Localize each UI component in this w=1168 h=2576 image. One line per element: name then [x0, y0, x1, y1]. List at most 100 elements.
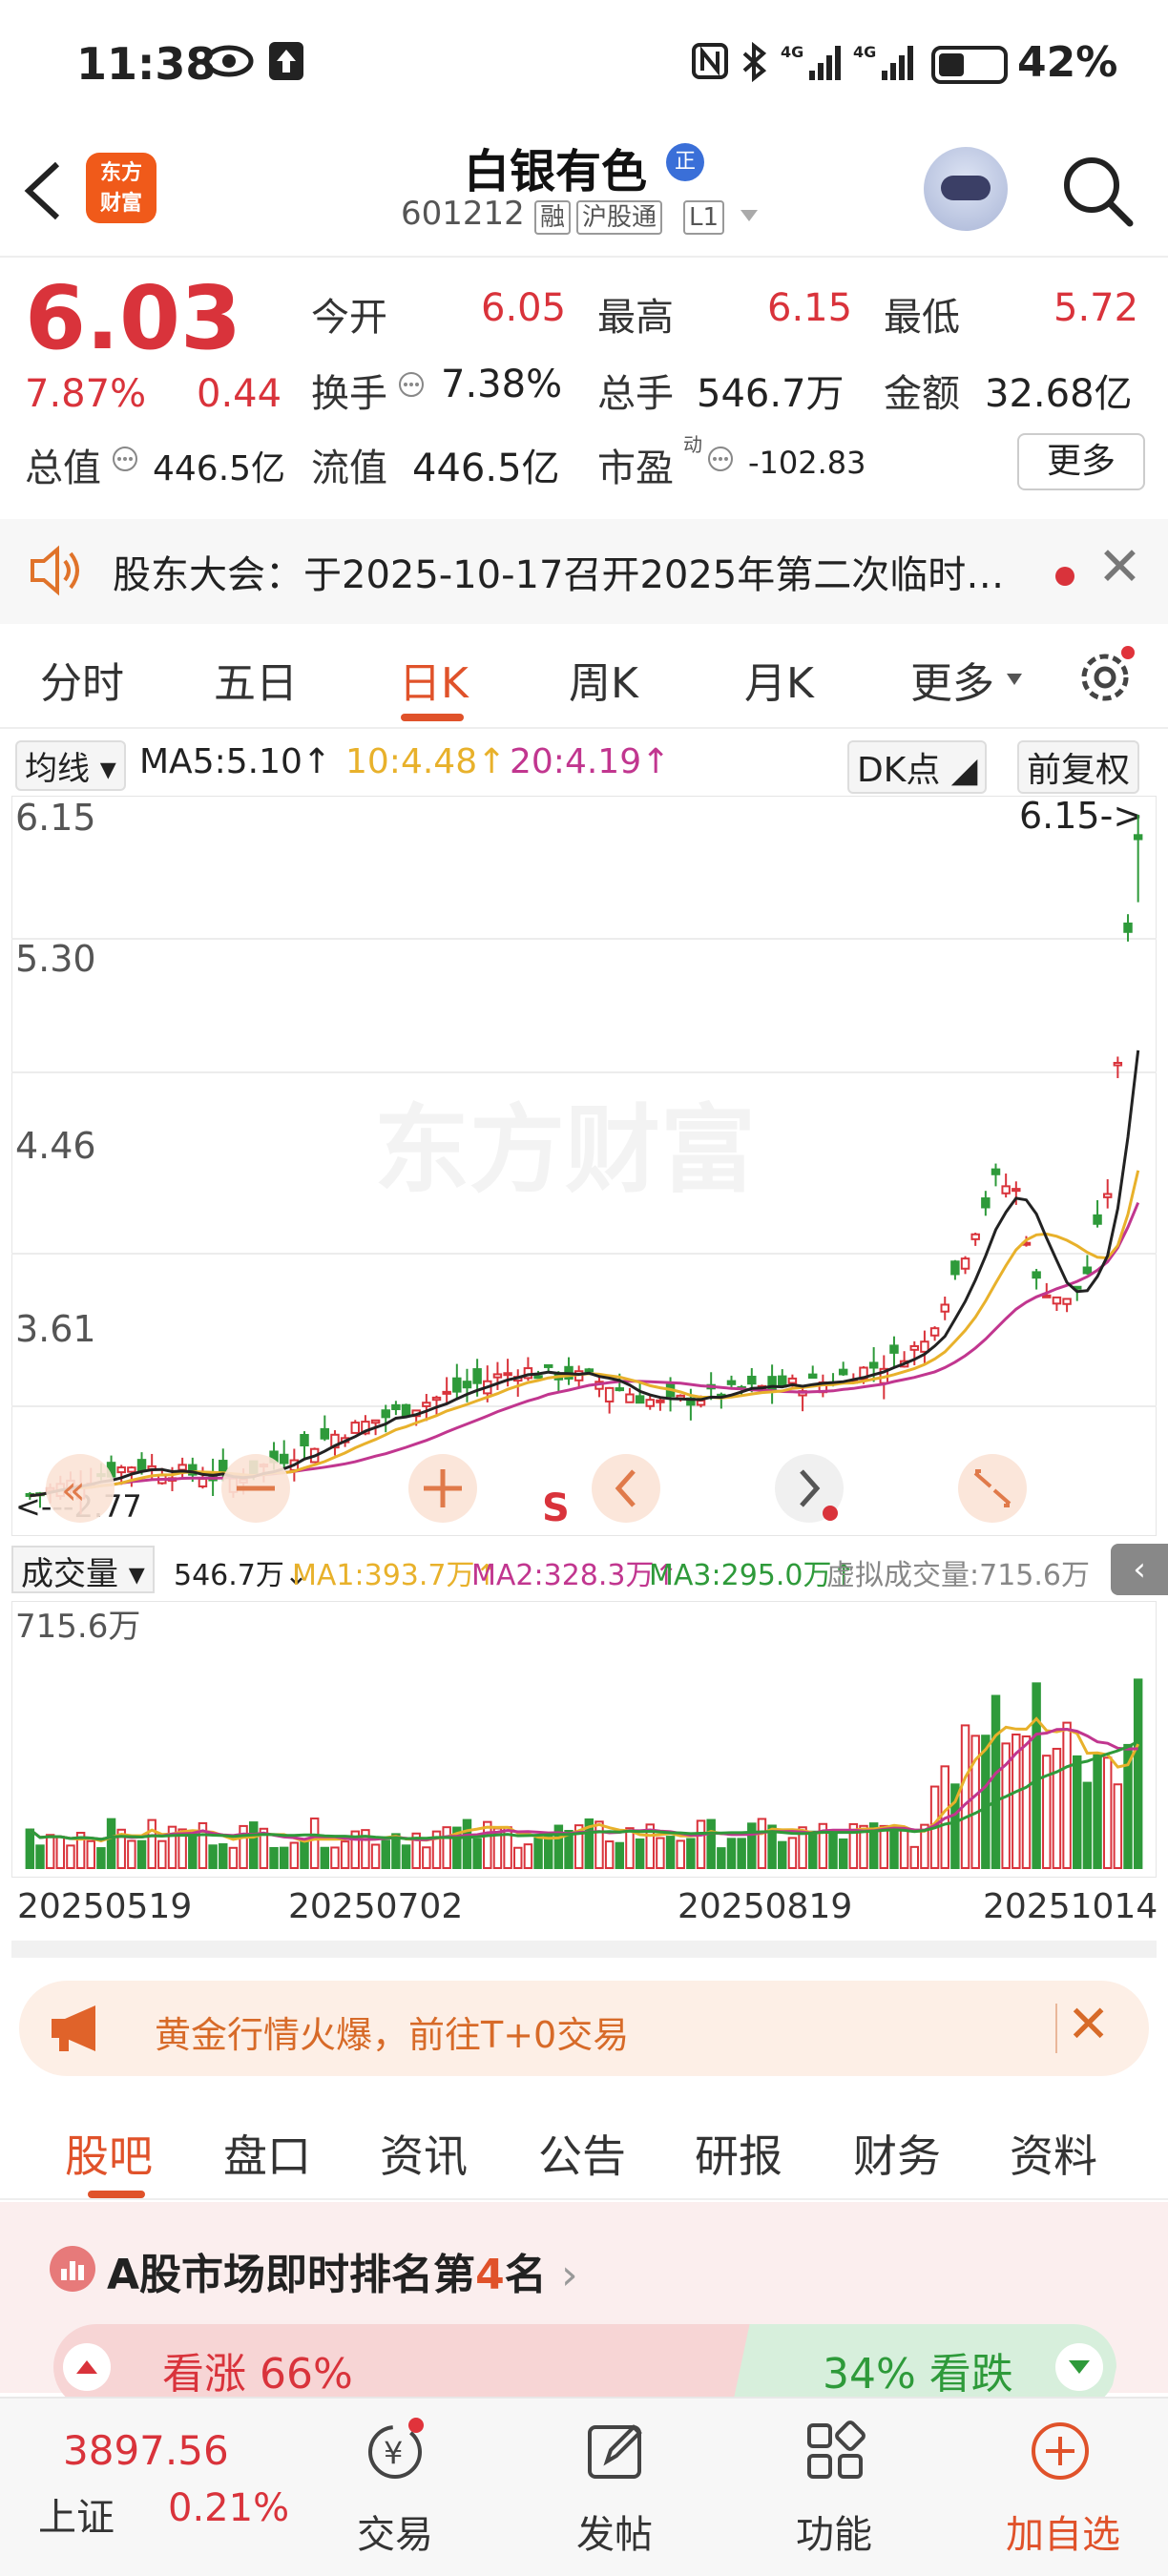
volume-bar: [533, 1838, 543, 1870]
date-label: 20250819: [678, 1887, 853, 1926]
active-tab-indicator: [88, 2191, 145, 2198]
volume-current: 546.7万↓: [174, 1559, 309, 1592]
adjust-selector[interactable]: 前复权: [1017, 740, 1140, 794]
add-watchlist-button[interactable]: 加自选: [977, 2399, 1149, 2576]
fullscreen-button[interactable]: [958, 1454, 1027, 1523]
tab-forum[interactable]: 股吧: [65, 2122, 153, 2185]
candle: [136, 1459, 147, 1472]
back-button[interactable]: [19, 153, 86, 229]
tab-monthly[interactable]: 月K: [744, 649, 814, 710]
chart-scroll-strip[interactable]: [11, 1941, 1157, 1958]
search-icon[interactable]: [1059, 153, 1136, 229]
chevron-down-icon[interactable]: [739, 208, 760, 227]
ma-selector[interactable]: 均线 ▾: [15, 740, 126, 791]
tab-intraday[interactable]: 分时: [40, 649, 124, 710]
volume-bar: [300, 1839, 309, 1870]
scroll-left-fast-button[interactable]: «: [46, 1454, 115, 1523]
volume-bar: [778, 1840, 787, 1869]
candle: [584, 1368, 594, 1373]
candle: [696, 1400, 706, 1406]
info-tabs: 股吧 盘口 资讯 公告 研报 财务 资料: [0, 2095, 1168, 2200]
volume-chart[interactable]: 715.6万: [11, 1601, 1157, 1878]
assistant-avatar[interactable]: [924, 147, 1008, 231]
candle: [422, 1402, 431, 1407]
signal-2-icon: 4G: [853, 42, 916, 92]
eastmoney-logo[interactable]: 东方 财富: [86, 153, 156, 223]
gear-icon[interactable]: [1074, 643, 1137, 710]
candle: [1062, 1298, 1072, 1305]
ranking-text[interactable]: A股市场即时排名第4名 ›: [107, 2240, 578, 2301]
tab-five-day[interactable]: 五日: [214, 649, 298, 710]
close-icon[interactable]: ✕: [1067, 1994, 1110, 2054]
volume-bar: [106, 1818, 116, 1869]
volume-bar: [472, 1838, 482, 1870]
vote-down-button[interactable]: [1055, 2343, 1103, 2391]
volume-max-label: 715.6万: [15, 1608, 140, 1646]
y-label-615: 6.15: [15, 797, 96, 839]
status-badge: 正: [666, 143, 704, 181]
dk-point-toggle[interactable]: DK点 ◢: [847, 740, 988, 794]
bottom-nav: 3897.56 上证 0.21% ¥ 交易 发帖 功能 加自选: [0, 2397, 1168, 2576]
close-icon[interactable]: ✕: [1097, 536, 1142, 598]
promo-text[interactable]: 黄金行情火爆，前往T+0交易: [155, 2005, 629, 2058]
more-button[interactable]: 更多: [1017, 433, 1145, 490]
nav-functions[interactable]: 功能: [758, 2399, 910, 2576]
watermark: 东方财富: [374, 1094, 756, 1206]
unread-dot: [1055, 567, 1074, 586]
candle: [838, 1368, 848, 1376]
candlestick-chart[interactable]: 东方财富 6.15 5.30 4.46 3.61 6.15-> <---2.77…: [11, 796, 1157, 1536]
pe-label: 市盈: [597, 447, 674, 490]
candle: [543, 1363, 553, 1368]
index-name[interactable]: 上证: [38, 2486, 115, 2542]
collapse-panel-button[interactable]: ‹: [1111, 1544, 1168, 1595]
volume-bar: [279, 1846, 289, 1869]
level-tag: L1: [683, 200, 725, 235]
volume-bar: [381, 1839, 390, 1870]
candle: [370, 1419, 381, 1424]
volume-bar: [330, 1846, 340, 1869]
zoom-in-button[interactable]: [408, 1454, 477, 1523]
info-icon[interactable]: [397, 370, 426, 403]
tab-weekly[interactable]: 周K: [569, 649, 638, 710]
candle: [472, 1368, 482, 1384]
index-value[interactable]: 3897.56: [63, 2427, 229, 2474]
volume-bar: [1062, 1721, 1072, 1869]
candle: [1123, 922, 1133, 933]
tab-financials[interactable]: 财务: [853, 2122, 941, 2185]
index-percent[interactable]: 0.21%: [168, 2486, 289, 2530]
nav-trade[interactable]: ¥ 交易: [319, 2399, 471, 2576]
eye-icon: [204, 42, 254, 90]
date-label: 20251014: [983, 1887, 1158, 1926]
tab-daily[interactable]: 日K: [399, 649, 469, 710]
volume-ma3: MA3:295.0万↑: [649, 1559, 856, 1592]
scroll-right-button[interactable]: [775, 1454, 844, 1523]
kline-tabs: 分时 五日 日K 周K 月K 更多: [0, 630, 1168, 729]
tab-news[interactable]: 资讯: [380, 2122, 468, 2185]
volume-selector[interactable]: 成交量 ▾: [11, 1546, 155, 1593]
tab-order-book[interactable]: 盘口: [223, 2122, 311, 2185]
tab-more[interactable]: 更多: [910, 649, 994, 710]
date-label: 20250519: [17, 1887, 193, 1926]
edit-icon: [582, 2418, 649, 2488]
scroll-left-button[interactable]: [592, 1454, 660, 1523]
info-icon[interactable]: [111, 445, 139, 477]
ranking-card[interactable]: A股市场即时排名第4名 › 看涨 66% 34% 看跌: [0, 2202, 1168, 2410]
vote-up-button[interactable]: [63, 2343, 111, 2391]
notice-banner[interactable]: 股东大会：于2025-10-17召开2025年第二次临时… ✕: [0, 519, 1168, 624]
info-icon[interactable]: [706, 445, 735, 477]
tab-research[interactable]: 研报: [695, 2122, 782, 2185]
volume-bar: [737, 1838, 746, 1869]
volume-bar: [462, 1818, 472, 1870]
volume-bar: [55, 1836, 66, 1870]
tab-profile[interactable]: 资料: [1010, 2122, 1097, 2185]
candle: [929, 1327, 940, 1337]
zoom-out-button[interactable]: [221, 1454, 290, 1523]
promo-banner[interactable]: 黄金行情火爆，前往T+0交易 ✕: [19, 1981, 1149, 2076]
candle: [1102, 1193, 1113, 1198]
candle: [868, 1361, 879, 1369]
notice-text[interactable]: 股东大会：于2025-10-17召开2025年第二次临时…: [113, 544, 1004, 599]
tab-announcements[interactable]: 公告: [538, 2122, 626, 2185]
volume-bar: [676, 1839, 685, 1870]
volume-bar: [219, 1843, 228, 1869]
nav-post[interactable]: 发帖: [538, 2399, 691, 2576]
